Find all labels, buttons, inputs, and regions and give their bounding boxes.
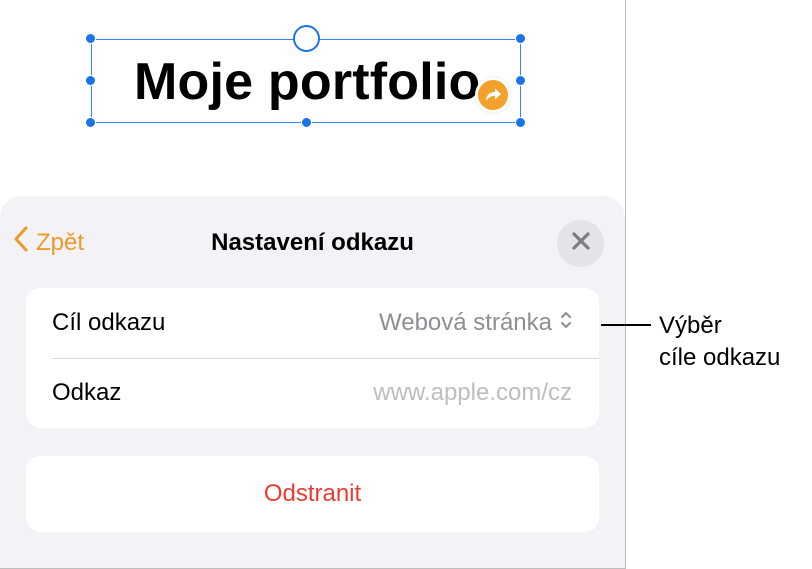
close-icon xyxy=(571,232,590,255)
resize-handle-left[interactable] xyxy=(85,75,96,86)
resize-handle-bottom[interactable] xyxy=(301,117,312,128)
callout-line xyxy=(601,324,651,326)
rotate-handle[interactable] xyxy=(293,25,320,52)
link-settings-group: Cíl odkazu Webová stránka Odkaz www.appl… xyxy=(26,288,599,428)
link-settings-sheet: Zpět Nastavení odkazu Cíl odkazu Webová … xyxy=(0,196,625,568)
resize-handle-right[interactable] xyxy=(515,75,526,86)
link-target-label: Cíl odkazu xyxy=(52,309,166,336)
callout-line-1: Výběr xyxy=(659,312,722,339)
link-url-field[interactable]: www.apple.com/cz xyxy=(373,379,572,407)
link-target-row[interactable]: Cíl odkazu Webová stránka xyxy=(26,288,599,358)
sheet-title: Nastavení odkazu xyxy=(211,229,414,256)
resize-handle-bottom-left[interactable] xyxy=(85,117,96,128)
callout-label: Výběr cíle odkazu xyxy=(659,310,780,374)
resize-handle-top-right[interactable] xyxy=(515,33,526,44)
text-box-content[interactable]: Moje portfolio xyxy=(134,52,481,112)
link-target-value[interactable]: Webová stránka xyxy=(379,309,572,337)
link-label: Odkaz xyxy=(52,379,122,406)
link-arrow-icon xyxy=(478,80,508,110)
resize-handle-bottom-right[interactable] xyxy=(515,117,526,128)
delete-link-button[interactable]: Odstranit xyxy=(26,456,599,532)
chevron-up-down-icon xyxy=(560,309,572,337)
link-row[interactable]: Odkaz www.apple.com/cz xyxy=(26,358,599,428)
resize-handle-top-left[interactable] xyxy=(85,33,96,44)
device-screen: Moje portfolio Zpět Nastavení odkazu Cíl… xyxy=(0,0,626,569)
link-target-value-text: Webová stránka xyxy=(379,309,552,336)
delete-link-label: Odstranit xyxy=(263,480,362,507)
link-badge[interactable] xyxy=(475,77,511,113)
close-button[interactable] xyxy=(557,220,604,267)
callout-line-2: cíle odkazu xyxy=(659,344,781,371)
